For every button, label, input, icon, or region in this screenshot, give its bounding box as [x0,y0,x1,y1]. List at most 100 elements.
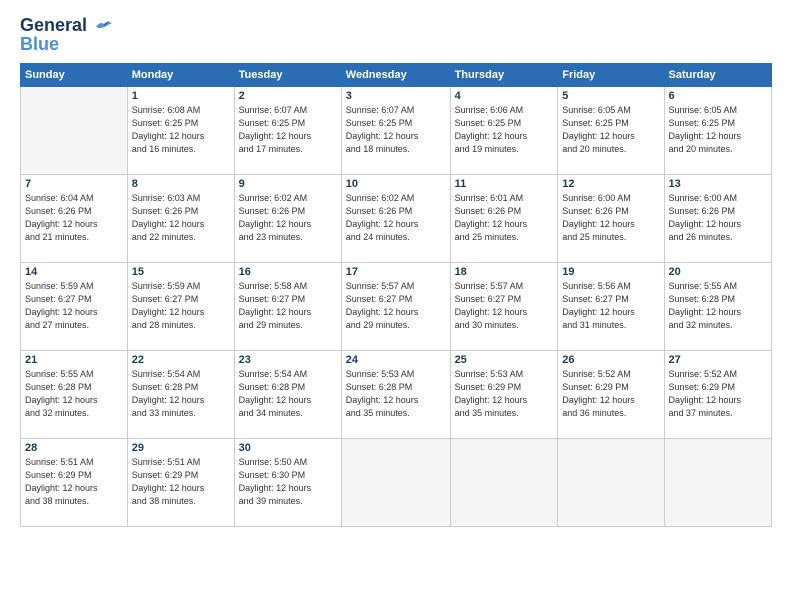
header: General Blue [20,16,772,55]
logo-bird-icon [94,19,114,33]
col-header-thursday: Thursday [450,63,558,86]
calendar-cell: 19Sunrise: 5:56 AMSunset: 6:27 PMDayligh… [558,262,664,350]
day-info: Sunrise: 6:02 AMSunset: 6:26 PMDaylight:… [346,192,446,244]
calendar-cell: 8 Sunrise: 6:03 AMSunset: 6:26 PMDaylight… [127,174,234,262]
day-number: 29 [132,442,230,454]
week-row-2: 7Sunrise: 6:04 AMSunset: 6:26 PMDaylight… [21,174,772,262]
day-info: Sunrise: 5:54 AMSunset: 6:28 PMDaylight:… [132,368,230,420]
day-info: Sunrise: 6:07 AMSunset: 6:25 PMDaylight:… [239,104,337,156]
calendar-cell: 3 Sunrise: 6:07 AMSunset: 6:25 PMDaylight… [341,86,450,174]
day-info: Sunrise: 5:54 AMSunset: 6:28 PMDaylight:… [239,368,337,420]
calendar-cell: 7Sunrise: 6:04 AMSunset: 6:26 PMDaylight… [21,174,128,262]
day-number: 9 [239,178,337,190]
calendar-cell: 11 Sunrise: 6:01 AMSunset: 6:26 PMDayligh… [450,174,558,262]
day-number: 6 [669,90,767,102]
calendar-cell [341,438,450,526]
day-info: Sunrise: 5:53 AMSunset: 6:28 PMDaylight:… [346,368,446,420]
day-number: 15 [132,266,230,278]
calendar-cell: 26Sunrise: 5:52 AMSunset: 6:29 PMDayligh… [558,350,664,438]
calendar-cell: 6 Sunrise: 6:05 AMSunset: 6:25 PMDaylight… [664,86,771,174]
day-info: Sunrise: 5:58 AMSunset: 6:27 PMDaylight:… [239,280,337,332]
calendar-cell: 13Sunrise: 6:00 AMSunset: 6:26 PMDayligh… [664,174,771,262]
day-info: Sunrise: 5:53 AMSunset: 6:29 PMDaylight:… [455,368,554,420]
day-info: Sunrise: 5:52 AMSunset: 6:29 PMDaylight:… [669,368,767,420]
day-number: 5 [562,90,659,102]
day-number: 4 [455,90,554,102]
col-header-saturday: Saturday [664,63,771,86]
calendar-cell [450,438,558,526]
calendar-cell: 2 Sunrise: 6:07 AMSunset: 6:25 PMDaylight… [234,86,341,174]
calendar-cell: 4 Sunrise: 6:06 AMSunset: 6:25 PMDaylight… [450,86,558,174]
day-number: 30 [239,442,337,454]
day-number: 23 [239,354,337,366]
day-number: 8 [132,178,230,190]
day-info: Sunrise: 6:05 AMSunset: 6:25 PMDaylight:… [669,104,767,156]
day-info: Sunrise: 5:57 AMSunset: 6:27 PMDaylight:… [455,280,554,332]
day-number: 12 [562,178,659,190]
day-info: Sunrise: 5:55 AMSunset: 6:28 PMDaylight:… [25,368,123,420]
day-number: 27 [669,354,767,366]
day-info: Sunrise: 5:59 AMSunset: 6:27 PMDaylight:… [132,280,230,332]
day-info: Sunrise: 6:06 AMSunset: 6:25 PMDaylight:… [455,104,554,156]
day-info: Sunrise: 5:52 AMSunset: 6:29 PMDaylight:… [562,368,659,420]
day-number: 25 [455,354,554,366]
col-header-wednesday: Wednesday [341,63,450,86]
calendar-cell: 17Sunrise: 5:57 AMSunset: 6:27 PMDayligh… [341,262,450,350]
week-row-4: 21Sunrise: 5:55 AMSunset: 6:28 PMDayligh… [21,350,772,438]
day-info: Sunrise: 6:08 AMSunset: 6:25 PMDaylight:… [132,104,230,156]
calendar-cell: 1 Sunrise: 6:08 AMSunset: 6:25 PMDaylight… [127,86,234,174]
day-info: Sunrise: 5:55 AMSunset: 6:28 PMDaylight:… [669,280,767,332]
calendar-cell: 23 Sunrise: 5:54 AMSunset: 6:28 PMDayligh… [234,350,341,438]
day-info: Sunrise: 5:59 AMSunset: 6:27 PMDaylight:… [25,280,123,332]
day-number: 20 [669,266,767,278]
calendar-cell: 28 Sunrise: 5:51 AMSunset: 6:29 PMDayligh… [21,438,128,526]
calendar-cell: 20 Sunrise: 5:55 AMSunset: 6:28 PMDayligh… [664,262,771,350]
calendar-cell: 16 Sunrise: 5:58 AMSunset: 6:27 PMDayligh… [234,262,341,350]
calendar-header-row: SundayMondayTuesdayWednesdayThursdayFrid… [21,63,772,86]
calendar-cell: 21Sunrise: 5:55 AMSunset: 6:28 PMDayligh… [21,350,128,438]
day-info: Sunrise: 5:51 AMSunset: 6:29 PMDaylight:… [25,456,123,508]
calendar-cell: 15 Sunrise: 5:59 AMSunset: 6:27 PMDayligh… [127,262,234,350]
day-info: Sunrise: 6:07 AMSunset: 6:25 PMDaylight:… [346,104,446,156]
calendar-cell: 27 Sunrise: 5:52 AMSunset: 6:29 PMDayligh… [664,350,771,438]
week-row-5: 28 Sunrise: 5:51 AMSunset: 6:29 PMDayligh… [21,438,772,526]
calendar-cell: 30 Sunrise: 5:50 AMSunset: 6:30 PMDayligh… [234,438,341,526]
calendar-cell: 10Sunrise: 6:02 AMSunset: 6:26 PMDayligh… [341,174,450,262]
day-number: 14 [25,266,123,278]
day-number: 24 [346,354,446,366]
day-number: 22 [132,354,230,366]
day-info: Sunrise: 5:57 AMSunset: 6:27 PMDaylight:… [346,280,446,332]
calendar-cell: 29 Sunrise: 5:51 AMSunset: 6:29 PMDayligh… [127,438,234,526]
day-info: Sunrise: 6:01 AMSunset: 6:26 PMDaylight:… [455,192,554,244]
day-number: 1 [132,90,230,102]
day-number: 16 [239,266,337,278]
day-info: Sunrise: 6:02 AMSunset: 6:26 PMDaylight:… [239,192,337,244]
logo-blue: Blue [20,34,59,55]
col-header-tuesday: Tuesday [234,63,341,86]
calendar-cell: 12 Sunrise: 6:00 AMSunset: 6:26 PMDayligh… [558,174,664,262]
day-number: 3 [346,90,446,102]
col-header-sunday: Sunday [21,63,128,86]
day-info: Sunrise: 6:00 AMSunset: 6:26 PMDaylight:… [669,192,767,244]
page: General Blue SundayMondayTuesdayWednesda… [0,0,792,612]
week-row-3: 14 Sunrise: 5:59 AMSunset: 6:27 PMDayligh… [21,262,772,350]
calendar-cell: 5 Sunrise: 6:05 AMSunset: 6:25 PMDaylight… [558,86,664,174]
day-number: 7 [25,178,123,190]
day-info: Sunrise: 5:50 AMSunset: 6:30 PMDaylight:… [239,456,337,508]
day-number: 11 [455,178,554,190]
calendar-cell [664,438,771,526]
calendar: SundayMondayTuesdayWednesdayThursdayFrid… [20,63,772,527]
day-number: 2 [239,90,337,102]
day-info: Sunrise: 6:03 AMSunset: 6:26 PMDaylight:… [132,192,230,244]
calendar-cell: 18Sunrise: 5:57 AMSunset: 6:27 PMDayligh… [450,262,558,350]
day-number: 28 [25,442,123,454]
day-info: Sunrise: 5:56 AMSunset: 6:27 PMDaylight:… [562,280,659,332]
calendar-cell: 9 Sunrise: 6:02 AMSunset: 6:26 PMDaylight… [234,174,341,262]
day-info: Sunrise: 6:05 AMSunset: 6:25 PMDaylight:… [562,104,659,156]
calendar-cell [558,438,664,526]
day-info: Sunrise: 5:51 AMSunset: 6:29 PMDaylight:… [132,456,230,508]
col-header-friday: Friday [558,63,664,86]
logo: General Blue [20,16,114,55]
week-row-1: 1 Sunrise: 6:08 AMSunset: 6:25 PMDaylight… [21,86,772,174]
day-info: Sunrise: 6:00 AMSunset: 6:26 PMDaylight:… [562,192,659,244]
